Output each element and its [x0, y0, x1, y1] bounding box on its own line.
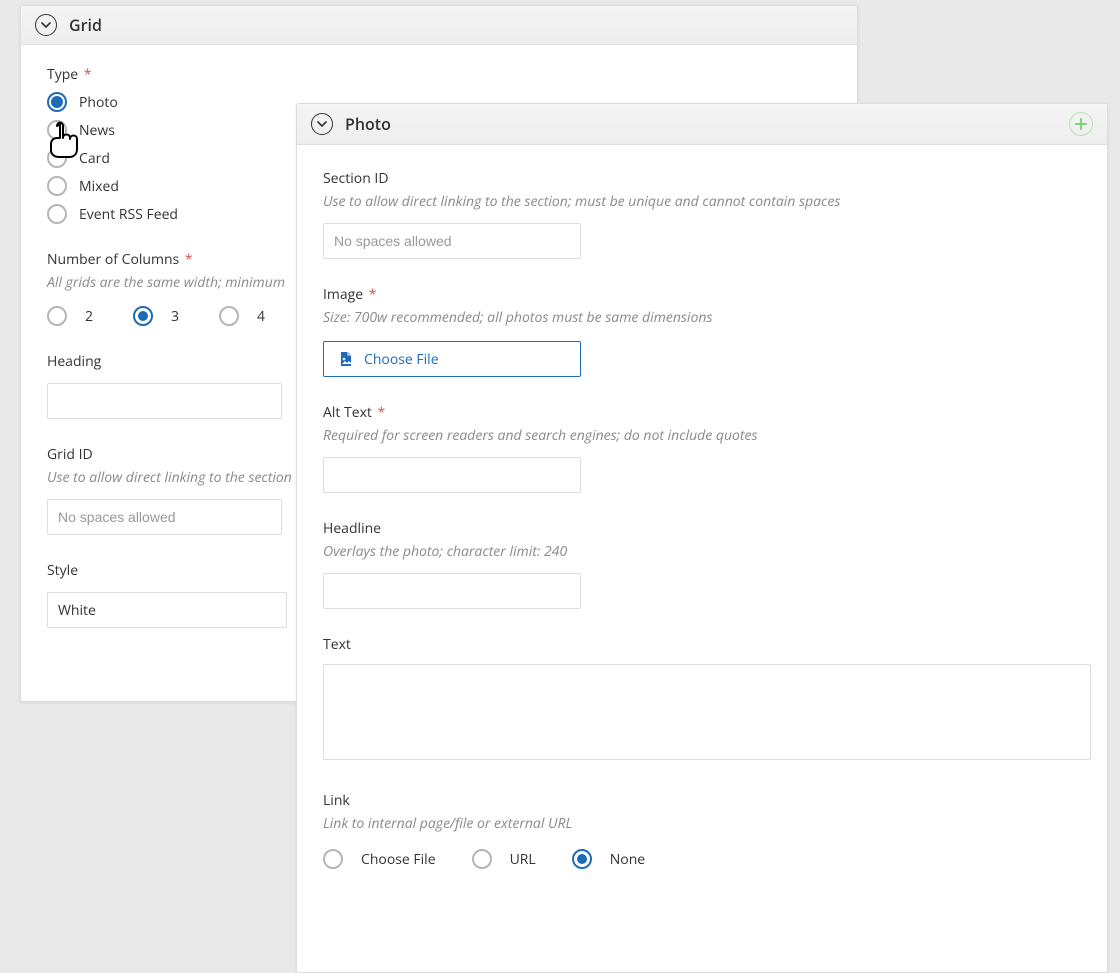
photo-panel-header: Photo	[297, 104, 1107, 145]
columns-option-3[interactable]: 3	[133, 306, 179, 326]
radio-label: Card	[79, 149, 110, 168]
alt-text-input[interactable]	[323, 457, 581, 493]
required-mark: *	[365, 285, 376, 304]
required-mark: *	[80, 65, 91, 84]
radio-label: 4	[257, 307, 265, 326]
radio-input[interactable]	[47, 120, 67, 140]
radio-label: 3	[171, 307, 179, 326]
heading-input[interactable]	[47, 383, 282, 419]
columns-option-2[interactable]: 2	[47, 306, 93, 326]
choose-file-label: Choose File	[364, 350, 439, 369]
headline-input[interactable]	[323, 573, 581, 609]
add-button[interactable]	[1069, 112, 1093, 136]
radio-input[interactable]	[47, 306, 67, 326]
text-textarea[interactable]	[323, 664, 1091, 760]
collapse-toggle[interactable]	[35, 14, 57, 36]
photo-panel-title: Photo	[345, 113, 391, 135]
image-label: Image	[323, 285, 363, 304]
alt-text-helper: Required for screen readers and search e…	[323, 426, 1081, 445]
radio-input[interactable]	[323, 849, 343, 869]
radio-label: Event RSS Feed	[79, 205, 178, 224]
radio-input[interactable]	[47, 148, 67, 168]
radio-input[interactable]	[472, 849, 492, 869]
link-option-none[interactable]: None	[572, 849, 645, 869]
link-label: Link	[323, 791, 1081, 810]
chevron-down-icon	[41, 20, 51, 30]
grid-panel-title: Grid	[69, 14, 102, 36]
radio-label: News	[79, 121, 115, 140]
plus-icon	[1074, 117, 1088, 131]
columns-label: Number of Columns	[47, 250, 179, 269]
radio-input[interactable]	[47, 176, 67, 196]
file-image-icon	[338, 351, 354, 367]
section-id-input[interactable]	[323, 223, 581, 259]
photo-panel: Photo Section ID Use to allow direct lin…	[296, 103, 1108, 973]
radio-input[interactable]	[219, 306, 239, 326]
headline-helper: Overlays the photo; character limit: 240	[323, 542, 1081, 561]
required-mark: *	[374, 403, 385, 422]
headline-label: Headline	[323, 519, 1081, 538]
radio-input[interactable]	[572, 849, 592, 869]
radio-label: 2	[85, 307, 93, 326]
alt-text-label: Alt Text	[323, 403, 372, 422]
section-id-helper: Use to allow direct linking to the secti…	[323, 192, 1081, 211]
text-label: Text	[323, 635, 1081, 654]
required-mark: *	[181, 250, 192, 269]
choose-file-button[interactable]: Choose File	[323, 341, 581, 377]
chevron-down-icon	[317, 119, 327, 129]
section-id-label: Section ID	[323, 169, 1081, 188]
radio-input[interactable]	[47, 204, 67, 224]
radio-input[interactable]	[133, 306, 153, 326]
columns-option-4[interactable]: 4	[219, 306, 265, 326]
radio-label: None	[610, 850, 645, 869]
grid-id-input[interactable]	[47, 499, 282, 535]
image-helper: Size: 700w recommended; all photos must …	[323, 308, 1081, 327]
radio-input[interactable]	[47, 92, 67, 112]
grid-panel-header: Grid	[21, 6, 857, 45]
link-option-url[interactable]: URL	[472, 849, 536, 869]
link-option-choose-file[interactable]: Choose File	[323, 849, 436, 869]
radio-label: Mixed	[79, 177, 119, 196]
link-helper: Link to internal page/file or external U…	[323, 814, 1081, 833]
radio-label: Photo	[79, 93, 118, 112]
radio-label: Choose File	[361, 850, 436, 869]
type-label: Type	[47, 65, 78, 84]
collapse-toggle[interactable]	[311, 113, 333, 135]
style-value: White	[58, 601, 96, 620]
style-select[interactable]: White	[47, 592, 287, 628]
radio-label: URL	[510, 850, 536, 869]
